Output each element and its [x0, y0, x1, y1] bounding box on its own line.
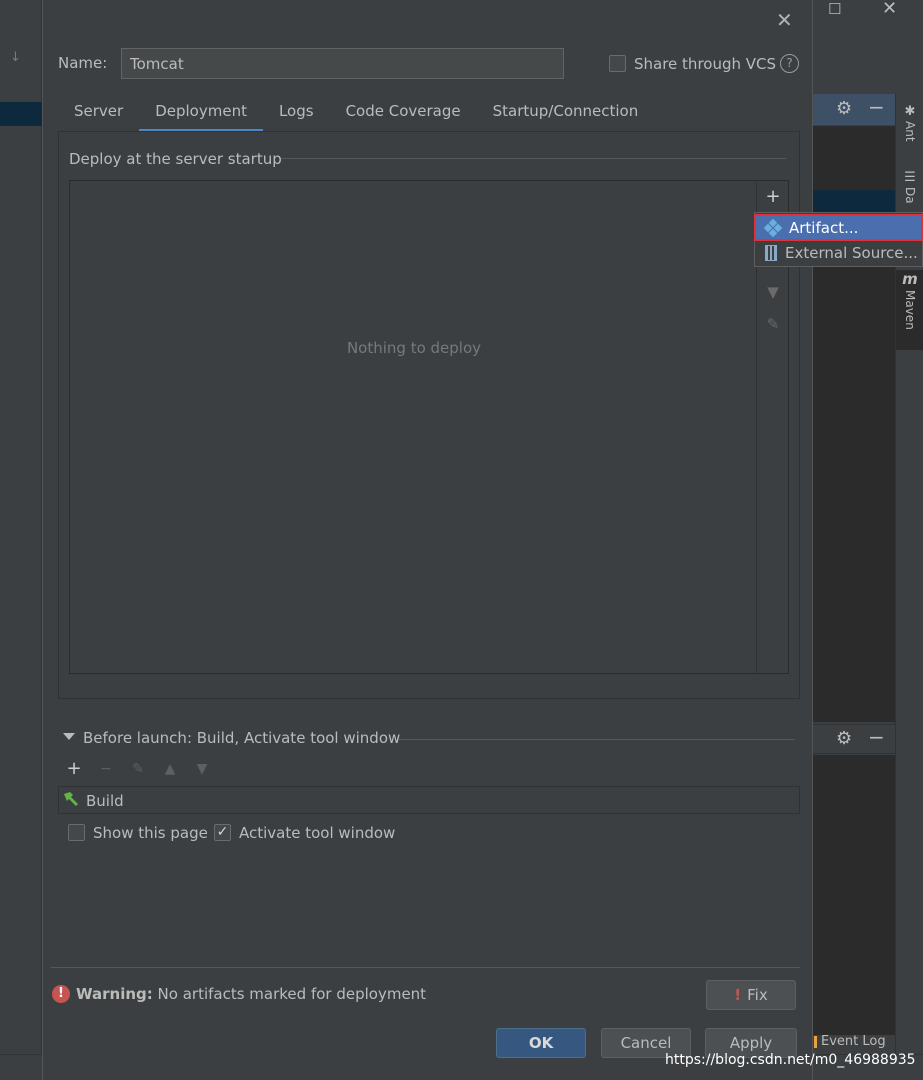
ok-button[interactable]: OK	[496, 1028, 586, 1058]
menu-item-artifact[interactable]: Artifact...	[754, 214, 923, 241]
ant-icon: ✱	[904, 104, 916, 119]
move-down-icon[interactable]: ▼	[765, 283, 781, 301]
tab-deployment[interactable]: Deployment	[139, 92, 263, 132]
config-tabs: Server Deployment Logs Code Coverage Sta…	[58, 92, 654, 132]
window-close-icon[interactable]: ✕	[882, 0, 897, 19]
close-icon[interactable]: ✕	[776, 8, 793, 32]
deployment-panel: Deploy at the server startup Nothing to …	[58, 131, 800, 699]
activate-tool-window-checkbox[interactable]	[214, 824, 231, 841]
error-icon: !	[52, 985, 70, 1003]
sort-icon[interactable]: ↓	[10, 50, 21, 65]
maximize-icon[interactable]: ☐	[828, 0, 841, 18]
add-popup-menu: Artifact... External Source...	[754, 212, 923, 267]
tool-window-header: ⚙ −	[812, 94, 895, 125]
fix-label: Fix	[747, 986, 768, 1004]
tab-server[interactable]: Server	[58, 92, 139, 132]
warning-text: No artifacts marked for deployment	[157, 985, 427, 1003]
list-item[interactable]: Build	[58, 786, 800, 814]
project-tree-selection	[0, 102, 42, 126]
project-panel-edge: ↓	[0, 0, 42, 1080]
gear-icon[interactable]: ⚙	[836, 728, 852, 749]
menu-item-external-source[interactable]: External Source...	[755, 240, 922, 265]
side-tab-maven[interactable]: m Maven	[896, 270, 923, 350]
side-tab-database-label: Da	[903, 187, 917, 204]
add-task-icon[interactable]: +	[65, 758, 83, 779]
show-page-checkbox[interactable]	[68, 824, 85, 841]
watermark: https://blog.csdn.net/m0_46988935	[665, 1052, 916, 1068]
remove-task-icon[interactable]: −	[97, 761, 115, 777]
deploy-list[interactable]: Nothing to deploy + ▼ ✎	[69, 180, 789, 674]
side-tab-maven-label: Maven	[903, 290, 917, 330]
deploy-group-title: Deploy at the server startup	[69, 150, 282, 168]
warning-message: Warning: No artifacts marked for deploym…	[76, 985, 426, 1003]
menu-item-label: External Source...	[785, 243, 918, 262]
tab-code-coverage[interactable]: Code Coverage	[330, 92, 477, 132]
warning-divider	[51, 967, 800, 968]
side-tab-ant[interactable]: ✱ Ant	[896, 104, 923, 142]
collapse-arrow-icon[interactable]	[63, 733, 75, 740]
move-up-icon[interactable]: ▲	[161, 761, 179, 777]
before-launch-toolbar: + − ✎ ▲ ▼	[65, 758, 211, 779]
tab-logs[interactable]: Logs	[263, 92, 330, 132]
maven-icon: m	[902, 270, 918, 288]
before-launch-title[interactable]: Before launch: Build, Activate tool wind…	[83, 729, 400, 747]
event-log-button[interactable]: Event Log	[814, 1034, 886, 1049]
empty-list-text: Nothing to deploy	[346, 339, 482, 357]
gear-icon[interactable]: ⚙	[836, 98, 852, 119]
build-task-label: Build	[86, 792, 124, 810]
show-page-label[interactable]: Show this page	[93, 824, 208, 842]
move-down-task-icon[interactable]: ▼	[193, 761, 211, 777]
tool-window-header-lower: ⚙ −	[812, 724, 895, 754]
tab-startup-connection[interactable]: Startup/Connection	[477, 92, 655, 132]
share-vcs-label[interactable]: Share through VCS	[634, 55, 776, 73]
tool-window-selection	[812, 190, 895, 212]
activate-tool-window-label[interactable]: Activate tool window	[239, 824, 395, 842]
menu-item-label: Artifact...	[789, 218, 859, 237]
fix-button[interactable]: ! Fix	[706, 980, 796, 1010]
window-controls: ☐ ✕	[812, 0, 923, 24]
external-source-icon	[765, 244, 777, 261]
side-tab-database[interactable]: ☰ Da	[896, 170, 923, 210]
warning-label: Warning:	[76, 985, 153, 1003]
minimize-icon[interactable]: −	[868, 725, 885, 749]
minimize-icon[interactable]: −	[868, 95, 885, 119]
hammer-icon	[62, 790, 82, 810]
edit-icon[interactable]: ✎	[765, 315, 781, 333]
name-input[interactable]	[121, 48, 564, 79]
side-tab-ant-label: Ant	[903, 121, 917, 142]
edit-task-icon[interactable]: ✎	[129, 761, 147, 777]
tool-window-pane-lower	[812, 755, 895, 1035]
add-icon[interactable]: +	[765, 186, 781, 207]
error-icon: !	[734, 986, 742, 1004]
help-icon[interactable]: ?	[780, 54, 799, 73]
before-launch-divider	[399, 739, 795, 740]
share-vcs-checkbox[interactable]	[609, 55, 626, 72]
group-divider	[281, 158, 786, 159]
artifact-icon	[763, 218, 783, 237]
name-label: Name:	[58, 54, 108, 72]
right-tool-area: ☐ ✕ ⚙ − ⚙ − ✱ Ant ☰ Da m Maven	[812, 0, 923, 1080]
database-icon: ☰	[904, 170, 916, 185]
run-configuration-dialog: ✕ Name: Share through VCS ? Server Deplo…	[42, 0, 813, 1080]
